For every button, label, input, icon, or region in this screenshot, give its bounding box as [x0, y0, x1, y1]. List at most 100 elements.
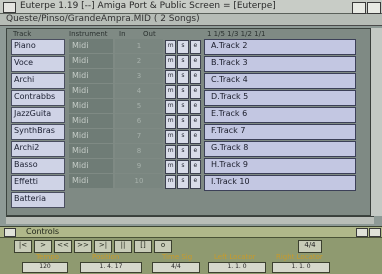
instrument-cell[interactable]: Midi — [69, 174, 113, 188]
instrument-cell[interactable]: Midi — [69, 114, 113, 128]
mute-button[interactable]: m — [165, 70, 177, 84]
track-button-row: mse — [165, 129, 201, 144]
edit-button[interactable]: e — [189, 55, 201, 69]
edit-button[interactable]: e — [189, 160, 201, 174]
rewind-start-button[interactable]: |< — [14, 240, 32, 253]
mute-button[interactable]: m — [165, 55, 177, 69]
controls-title-bar[interactable]: Controls — [0, 227, 382, 238]
right-locator-field[interactable]: 1. 1. 0 — [272, 262, 330, 273]
out-channel-cell[interactable]: 8 — [115, 144, 163, 158]
track-name-button[interactable]: Batteria — [11, 192, 65, 208]
mute-button[interactable]: m — [165, 85, 177, 99]
instrument-cell[interactable]: Midi — [69, 159, 113, 173]
track-name-button[interactable]: Archi — [11, 73, 65, 89]
solo-button[interactable]: s — [177, 40, 189, 54]
instrument-cell[interactable]: Midi — [69, 144, 113, 158]
left-locator-field[interactable]: 1. 1. 0 — [208, 262, 266, 273]
zoom-gadget-icon[interactable] — [352, 2, 366, 14]
track-lane[interactable]: G.Track 8 — [204, 141, 356, 157]
mute-button[interactable]: m — [165, 40, 177, 54]
solo-button[interactable]: s — [177, 145, 189, 159]
record-button[interactable]: o — [154, 240, 172, 253]
mute-button[interactable]: m — [165, 130, 177, 144]
track-name-button[interactable]: SynthBras — [11, 124, 65, 140]
close-gadget-icon[interactable] — [3, 2, 16, 13]
title-bar[interactable]: Euterpe 1.19 [--] Amiga Port & Public Sc… — [0, 0, 382, 14]
track-name-button[interactable]: Piano — [11, 39, 65, 55]
mute-button[interactable]: m — [165, 145, 177, 159]
instrument-cell[interactable]: Midi — [69, 69, 113, 83]
instrument-column: Midi Midi Midi Midi Midi Midi Midi Midi … — [69, 39, 113, 189]
mute-button[interactable]: m — [165, 160, 177, 174]
edit-button[interactable]: e — [189, 85, 201, 99]
track-name-button[interactable]: Contrabbs — [11, 90, 65, 106]
track-lane[interactable]: H.Track 9 — [204, 158, 356, 174]
solo-button[interactable]: s — [177, 100, 189, 114]
out-channel-cell[interactable]: 5 — [115, 99, 163, 113]
solo-button[interactable]: s — [177, 160, 189, 174]
solo-button[interactable]: s — [177, 130, 189, 144]
zoom-gadget-icon[interactable] — [356, 228, 368, 237]
pause-button[interactable]: || — [114, 240, 132, 253]
edit-button[interactable]: e — [189, 145, 201, 159]
solo-button[interactable]: s — [177, 85, 189, 99]
track-lane[interactable]: I.Track 10 — [204, 175, 356, 191]
mute-button[interactable]: m — [165, 175, 177, 189]
out-channel-cell[interactable]: 6 — [115, 114, 163, 128]
play-button[interactable]: > — [34, 240, 52, 253]
out-channel-cell[interactable]: 3 — [115, 69, 163, 83]
instrument-cell[interactable]: Midi — [69, 84, 113, 98]
fast-forward-button[interactable]: >> — [74, 240, 92, 253]
out-channel-cell[interactable]: 4 — [115, 84, 163, 98]
track-lane[interactable]: B.Track 3 — [204, 56, 356, 72]
go-end-button[interactable]: >| — [94, 240, 112, 253]
header-timeline: 1 1/5 1/3 1/2 1/1 — [207, 30, 266, 38]
depth-gadget-icon[interactable] — [367, 2, 381, 14]
track-lane[interactable]: E.Track 6 — [204, 107, 356, 123]
vertical-scrollbar[interactable] — [370, 28, 382, 216]
solo-button[interactable]: s — [177, 175, 189, 189]
track-lane[interactable]: C.Track 4 — [204, 73, 356, 89]
out-channel-cell[interactable]: 9 — [115, 159, 163, 173]
horizontal-scrollbar[interactable] — [6, 216, 374, 224]
window-title: Euterpe 1.19 [--] Amiga Port & Public Sc… — [20, 1, 276, 11]
out-channel-cell[interactable]: 7 — [115, 129, 163, 143]
track-name-button[interactable]: JazzGuita — [11, 107, 65, 123]
tempo-field[interactable]: 120 — [22, 262, 68, 273]
mute-button[interactable]: m — [165, 100, 177, 114]
track-name-button[interactable]: Voce — [11, 56, 65, 72]
edit-button[interactable]: e — [189, 40, 201, 54]
solo-button[interactable]: s — [177, 115, 189, 129]
rewind-button[interactable]: << — [54, 240, 72, 253]
edit-button[interactable]: e — [189, 100, 201, 114]
position-field[interactable]: 1. 4. 17 — [80, 262, 142, 273]
out-channel-cell[interactable]: 10 — [115, 174, 163, 188]
out-channel-cell[interactable]: 1 — [115, 39, 163, 53]
edit-button[interactable]: e — [189, 70, 201, 84]
instrument-cell[interactable]: Midi — [69, 129, 113, 143]
time-sig-field[interactable]: 4/4 — [152, 262, 200, 273]
mute-button[interactable]: m — [165, 115, 177, 129]
track-name-button[interactable]: Effetti — [11, 175, 65, 191]
track-lane[interactable]: D.Track 5 — [204, 90, 356, 106]
track-lane[interactable]: F.Track 7 — [204, 124, 356, 140]
close-gadget-icon[interactable] — [4, 228, 16, 237]
instrument-cell[interactable]: Midi — [69, 54, 113, 68]
stop-button[interactable]: [] — [134, 240, 152, 253]
edit-button[interactable]: e — [189, 175, 201, 189]
track-button-row: mse — [165, 99, 201, 114]
edit-button[interactable]: e — [189, 130, 201, 144]
path-bar: Queste/Pinso/GrandeAmpra.MID ( 2 Songs) — [0, 14, 382, 26]
depth-gadget-icon[interactable] — [369, 228, 381, 237]
solo-button[interactable]: s — [177, 55, 189, 69]
track-lane[interactable]: A.Track 2 — [204, 39, 356, 55]
out-channel-cell[interactable]: 2 — [115, 54, 163, 68]
tempo-label: Tempo — [36, 253, 59, 261]
song-path: Queste/Pinso/GrandeAmpra.MID ( 2 Songs) — [6, 14, 200, 24]
edit-button[interactable]: e — [189, 115, 201, 129]
track-name-button[interactable]: Basso — [11, 158, 65, 174]
track-name-button[interactable]: Archi2 — [11, 141, 65, 157]
instrument-cell[interactable]: Midi — [69, 39, 113, 53]
instrument-cell[interactable]: Midi — [69, 99, 113, 113]
solo-button[interactable]: s — [177, 70, 189, 84]
